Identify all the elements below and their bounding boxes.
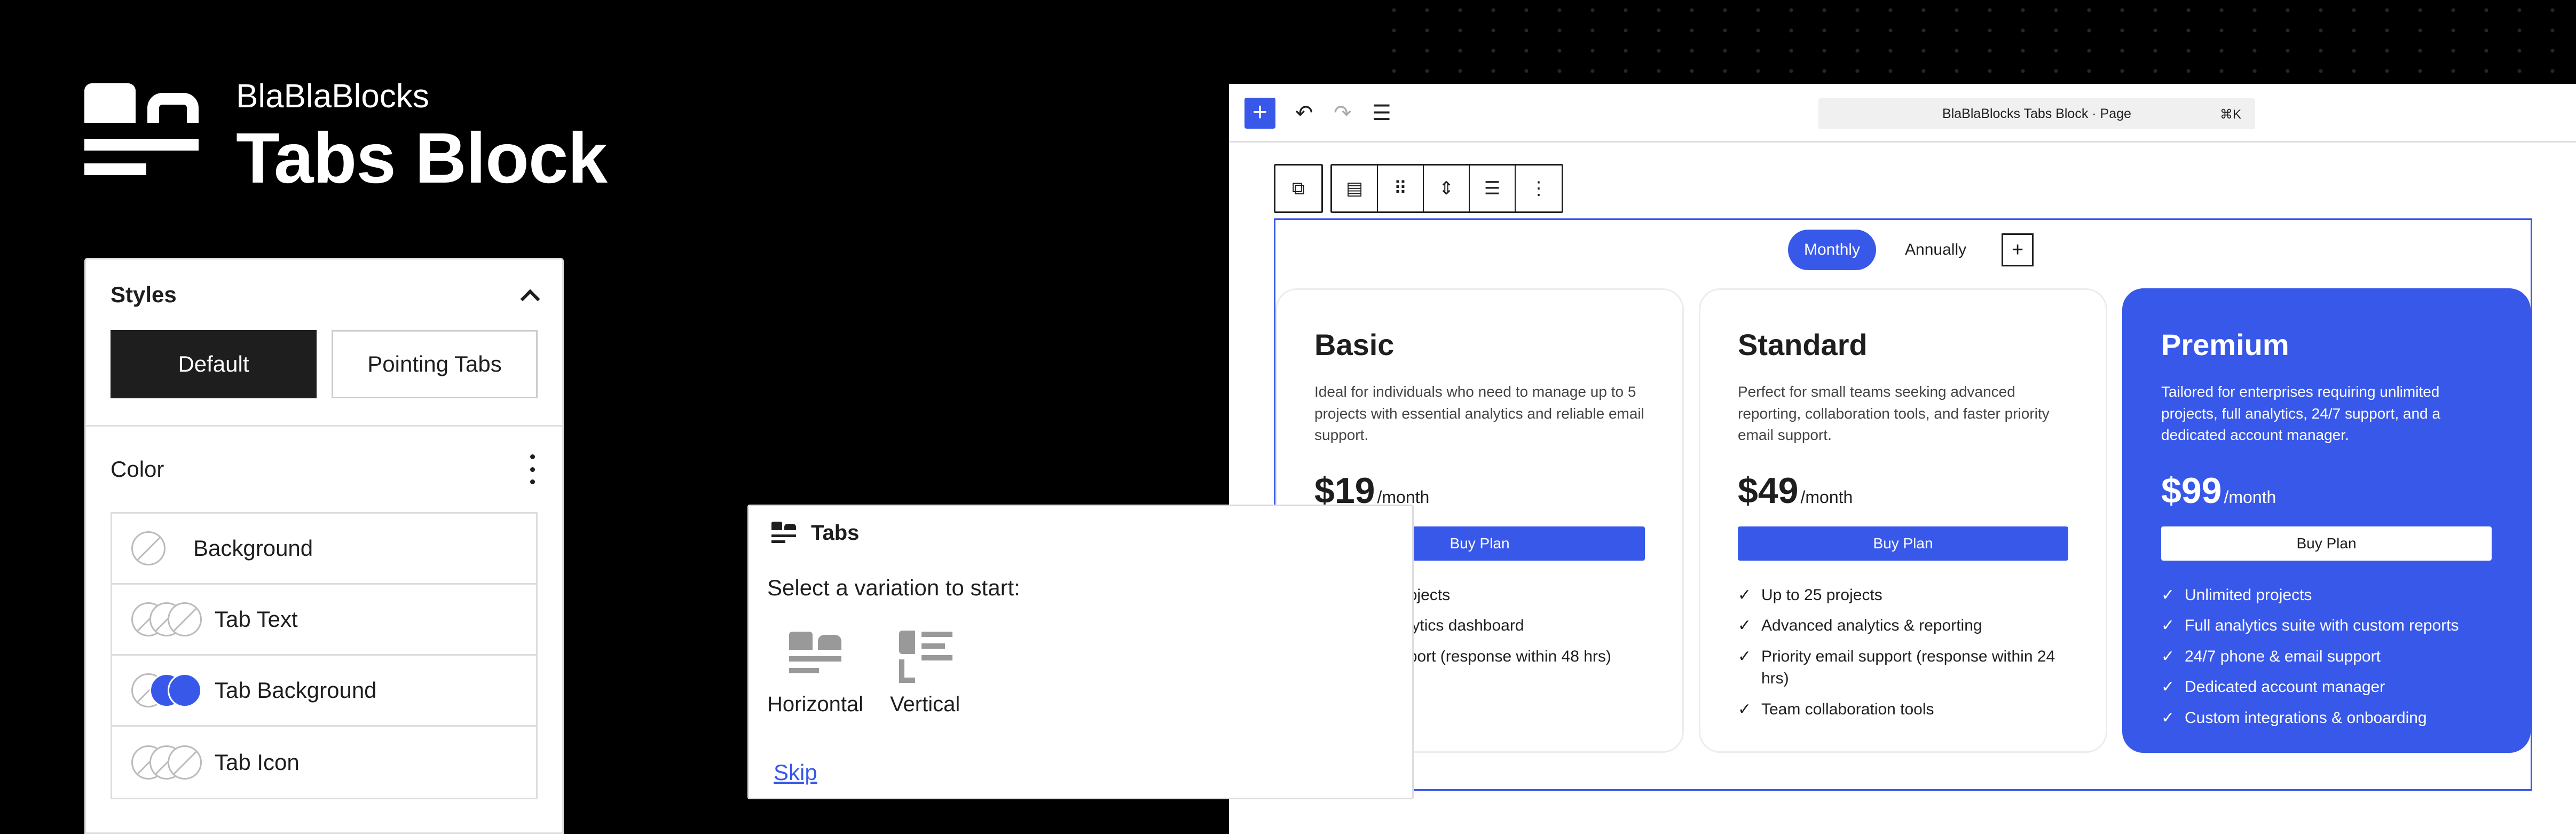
editor-toolbar: + ↶ ↷ ☰ BlaBlaBlocks Tabs Block · Page ⌘…	[1229, 84, 2576, 143]
color-swatch-icon	[131, 602, 202, 636]
buy-plan-button[interactable]: Buy Plan	[2161, 526, 2492, 561]
popover-header: Tabs	[749, 506, 1412, 545]
check-icon: ✓	[1738, 647, 1752, 665]
check-icon: ✓	[2161, 586, 2175, 604]
check-icon: ✓	[1738, 586, 1752, 604]
check-icon: ✓	[2161, 678, 2175, 696]
list-item: ✓ Full analytics suite with custom report…	[2161, 615, 2492, 636]
color-item-label: Tab Text	[215, 607, 298, 632]
plan-description: Tailored for enterprises requiring unlim…	[2161, 383, 2440, 444]
color-item-tab-text[interactable]: Tab Text	[112, 585, 536, 656]
blablablocks-logo-icon	[84, 83, 199, 190]
tabs-block-canvas[interactable]: Monthly Annually + Basic Ideal for indiv…	[1274, 218, 2532, 791]
plan-description: Ideal for individuals who need to manage…	[1314, 383, 1644, 444]
add-tab-button[interactable]: +	[2002, 233, 2034, 266]
plan-name: Standard	[1738, 328, 1868, 361]
product-title: Tabs Block	[236, 119, 608, 198]
feature-list: ✓ Up to 25 projects ✓ Advanced analytics &…	[1738, 584, 2068, 720]
list-item: ✓ Unlimited projects	[2161, 584, 2492, 606]
billing-toggle: Monthly Annually +	[1788, 227, 2034, 272]
tabs-variation-picker: Tabs Select a variation to start: Horizo…	[747, 505, 1414, 799]
more-vertical-icon[interactable]: ⋮	[1516, 166, 1562, 211]
color-swatch-icon	[131, 745, 202, 780]
color-item-background[interactable]: Background	[112, 514, 536, 585]
vertical-tabs-icon	[896, 627, 955, 686]
color-item-tab-icon[interactable]: Tab Icon	[112, 727, 536, 798]
plan-price: $49	[1738, 470, 1799, 511]
select-parent-button[interactable]: ⧉	[1274, 164, 1323, 213]
color-swatch-icon	[131, 531, 180, 565]
align-icon[interactable]: ☰	[1470, 166, 1516, 211]
block-toolbar: ⧉ ▤ ⠿ ⇕ ☰ ⋮	[1274, 164, 1563, 213]
color-item-label: Tab Icon	[215, 749, 300, 775]
list-item: ✓ Up to 25 projects	[1738, 584, 2068, 606]
buy-plan-button[interactable]: Buy Plan	[1738, 526, 2068, 561]
list-item: ✓ 24/7 phone & email support	[2161, 646, 2492, 667]
undo-icon[interactable]: ↶	[1295, 100, 1313, 127]
list-view-icon[interactable]: ☰	[1372, 100, 1391, 127]
variation-horizontal[interactable]: Horizontal	[767, 627, 863, 717]
color-item-label: Tab Background	[215, 678, 377, 703]
plan-price: $99	[2161, 470, 2222, 511]
plan-name: Basic	[1314, 328, 1395, 361]
command-bar-text: BlaBlaBlocks Tabs Block · Page	[1942, 106, 2131, 121]
list-item: ✓ Priority email support (response within…	[1738, 646, 2068, 690]
tab-annually[interactable]: Annually	[1889, 230, 1982, 270]
check-icon: ✓	[2161, 647, 2175, 665]
styles-panel-header[interactable]: Styles	[86, 259, 562, 330]
popover-title: Tabs	[811, 521, 860, 545]
check-icon: ✓	[1738, 617, 1752, 635]
brand-name: BlaBlaBlocks	[236, 78, 429, 115]
chevron-up-icon[interactable]	[519, 286, 538, 304]
variation-label: Horizontal	[767, 693, 864, 716]
list-item: ✓ Advanced analytics & reporting	[1738, 615, 2068, 636]
add-block-button[interactable]: +	[1244, 98, 1275, 129]
variation-vertical[interactable]: Vertical	[890, 627, 960, 717]
color-item-tab-background[interactable]: Tab Background	[112, 656, 536, 727]
block-controls: ▤ ⠿ ⇕ ☰ ⋮	[1330, 164, 1563, 213]
style-variations: Default Pointing Tabs	[86, 330, 562, 398]
decorative-dot-grid	[1377, 0, 2576, 80]
color-item-label: Background	[193, 536, 313, 561]
list-item: ✓ Team collaboration tools	[1738, 698, 2068, 720]
check-icon: ✓	[2161, 617, 2175, 635]
styles-panel: Styles Default Pointing Tabs Color Backg…	[84, 258, 564, 834]
more-options-icon[interactable]	[527, 454, 538, 484]
feature-list: ✓ Unlimited projects ✓ Full analytics suit…	[2161, 584, 2492, 729]
plan-name: Premium	[2161, 328, 2289, 361]
skip-link[interactable]: Skip	[774, 760, 817, 785]
check-icon: ✓	[1738, 700, 1752, 718]
tab-monthly[interactable]: Monthly	[1788, 230, 1877, 270]
plan-card-standard: Standard Perfect for small teams seeking…	[1699, 288, 2107, 753]
color-swatch-icon	[131, 673, 202, 707]
command-palette-bar[interactable]: BlaBlaBlocks Tabs Block · Page ⌘K	[1818, 98, 2255, 129]
plan-card-premium: Premium Tailored for enterprises requiri…	[2122, 288, 2531, 753]
list-item: ✓ Custom integrations & onboarding	[2161, 707, 2492, 729]
styles-panel-title: Styles	[111, 282, 177, 307]
plan-description: Perfect for small teams seeking advanced…	[1738, 383, 2050, 444]
drag-handle-icon[interactable]: ⠿	[1378, 166, 1424, 211]
style-default-button[interactable]: Default	[111, 330, 317, 398]
redo-icon[interactable]: ↷	[1334, 100, 1352, 127]
color-section-title: Color	[111, 457, 164, 482]
popover-instruction: Select a variation to start:	[767, 575, 1020, 600]
check-icon: ✓	[2161, 709, 2175, 727]
style-pointing-tabs-button[interactable]: Pointing Tabs	[332, 330, 538, 398]
move-up-down-icon[interactable]: ⇕	[1424, 166, 1470, 211]
variation-options: Horizontal Vertical	[749, 601, 1412, 717]
tabs-block-icon[interactable]: ▤	[1332, 166, 1378, 211]
command-shortcut: ⌘K	[2219, 107, 2241, 122]
list-item: ✓ Dedicated account manager	[2161, 676, 2492, 698]
duplicate-icon: ⧉	[1291, 178, 1305, 199]
plan-period: /month	[2224, 487, 2276, 507]
color-section-header: Color	[86, 427, 562, 512]
block-editor-window: + ↶ ↷ ☰ BlaBlaBlocks Tabs Block · Page ⌘…	[1229, 84, 2576, 834]
plan-period: /month	[1800, 487, 1853, 507]
tabs-block-icon	[771, 521, 798, 545]
brand: BlaBlaBlocks Tabs Block	[84, 75, 608, 198]
horizontal-tabs-icon	[786, 627, 845, 686]
pricing-cards: Basic Ideal for individuals who need to …	[1275, 288, 2531, 753]
variation-label: Vertical	[890, 693, 960, 716]
color-list: Background Tab Text Tab Background Tab I…	[111, 512, 538, 799]
